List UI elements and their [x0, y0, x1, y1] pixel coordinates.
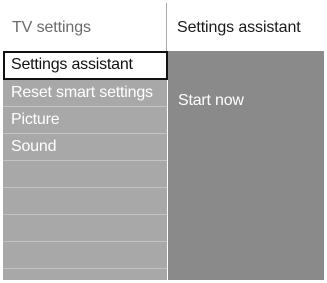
menu-header: TV settings Settings assistant	[3, 3, 324, 52]
menu-item-empty	[3, 242, 167, 269]
menu-item-empty	[3, 161, 167, 188]
menu-title: TV settings	[12, 19, 91, 36]
menu-item-empty	[3, 188, 167, 215]
menu-item-label: Sound	[11, 138, 57, 155]
menu-item-sound[interactable]: Sound	[3, 134, 167, 161]
menu-item-empty	[3, 215, 167, 242]
submenu-item-label: Start now	[178, 92, 244, 109]
header-divider	[166, 3, 167, 51]
submenu-item-start-now[interactable]: Start now	[178, 92, 244, 110]
menu-item-picture[interactable]: Picture	[3, 107, 167, 134]
submenu-title: Settings assistant	[177, 19, 301, 36]
menu-item-label: Settings assistant	[11, 56, 133, 73]
tv-settings-menu: TV settings Settings assistant Settings …	[3, 3, 324, 280]
menu-item-label: Picture	[11, 111, 60, 128]
menu-item-reset-smart-settings[interactable]: Reset smart settings	[3, 80, 167, 107]
menu-item-label: Reset smart settings	[11, 84, 153, 101]
menu-item-settings-assistant[interactable]: Settings assistant	[3, 51, 168, 80]
menu-list: Settings assistant Reset smart settings …	[3, 51, 168, 280]
submenu-panel: Start now	[168, 52, 324, 280]
